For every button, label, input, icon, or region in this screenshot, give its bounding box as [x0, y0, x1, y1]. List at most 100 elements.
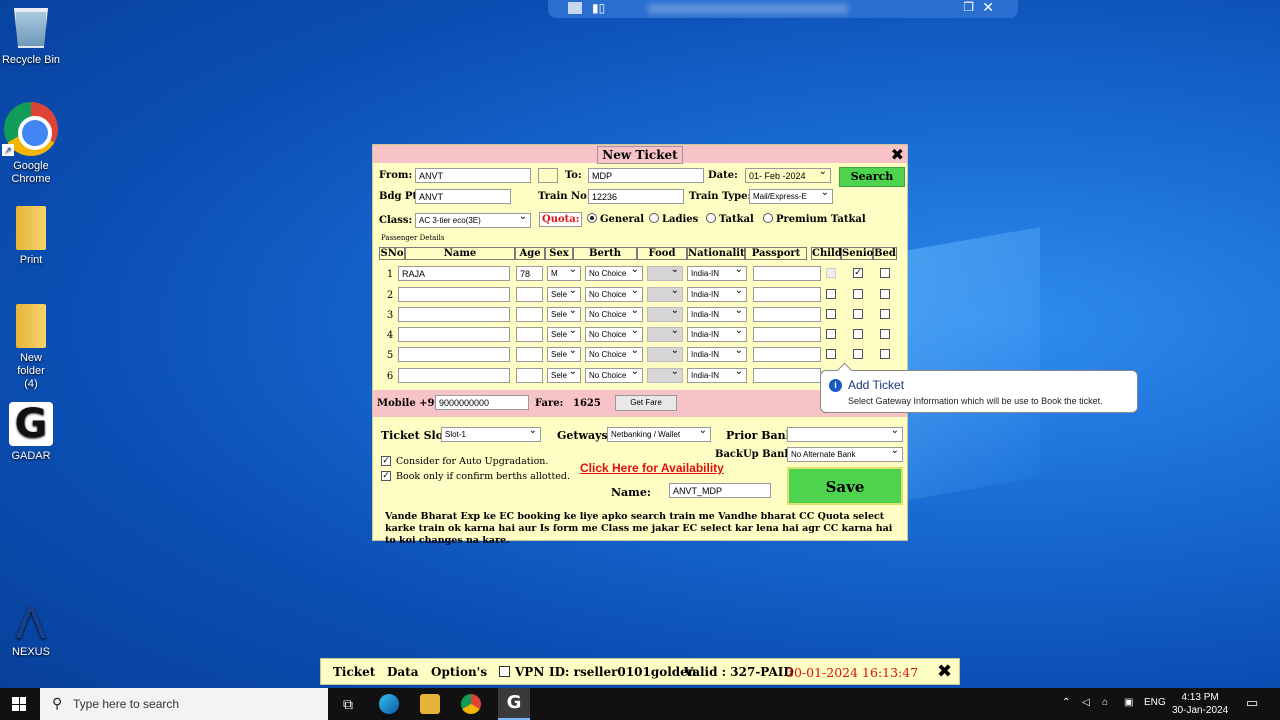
- child-checkbox[interactable]: [826, 268, 836, 278]
- passenger-berth-select[interactable]: No Choice: [585, 327, 643, 342]
- radio-premium-tatkal[interactable]: [763, 213, 773, 223]
- passenger-food-select[interactable]: [647, 305, 683, 322]
- save-button[interactable]: Save: [787, 467, 903, 505]
- ticket-slot-select[interactable]: Slot-1: [441, 427, 541, 442]
- passenger-age-input[interactable]: [516, 347, 543, 362]
- passenger-age-input[interactable]: [516, 368, 543, 383]
- task-view-icon[interactable]: ⧉: [338, 694, 358, 714]
- restore-icon[interactable]: ❐: [963, 0, 974, 14]
- passenger-passport-input[interactable]: [753, 368, 821, 383]
- train-no-input[interactable]: 12236: [588, 189, 684, 204]
- chrome-taskbar-icon[interactable]: [461, 694, 481, 714]
- confirm-berths-checkbox[interactable]: ✓: [381, 471, 391, 481]
- child-checkbox[interactable]: [826, 349, 836, 359]
- passenger-age-input[interactable]: [516, 307, 543, 322]
- passenger-age-input[interactable]: 78: [516, 266, 543, 281]
- radio-ladies[interactable]: [649, 213, 659, 223]
- radio-general[interactable]: [587, 213, 597, 223]
- passenger-nationality-select[interactable]: India-IN: [687, 327, 747, 342]
- search-button[interactable]: Search: [839, 167, 905, 187]
- menu-options[interactable]: Option's: [431, 665, 487, 679]
- passenger-berth-select[interactable]: No Choice: [585, 287, 643, 302]
- availability-link[interactable]: Click Here for Availability: [580, 461, 724, 475]
- passenger-berth-select[interactable]: No Choice: [585, 347, 643, 362]
- train-type-select[interactable]: Mail/Express-E: [749, 189, 833, 204]
- quota-tatkal[interactable]: Tatkal: [706, 213, 754, 225]
- swap-box[interactable]: [538, 168, 558, 183]
- child-checkbox[interactable]: [826, 289, 836, 299]
- passenger-passport-input[interactable]: [753, 347, 821, 362]
- taskbar-search[interactable]: ⚲ Type here to search: [40, 688, 328, 720]
- passenger-age-input[interactable]: [516, 287, 543, 302]
- quota-premium-tatkal[interactable]: Premium Tatkal: [763, 213, 866, 225]
- mobile-input[interactable]: 9000000000: [435, 395, 529, 410]
- passenger-nationality-select[interactable]: India-IN: [687, 347, 747, 362]
- passenger-berth-select[interactable]: No Choice: [585, 266, 643, 281]
- from-input[interactable]: ANVT: [415, 168, 531, 183]
- file-explorer-icon[interactable]: [420, 694, 440, 714]
- senior-checkbox[interactable]: [853, 329, 863, 339]
- taskbar-clock[interactable]: 4:13 PM 30-Jan-2024: [1172, 691, 1228, 717]
- passenger-food-select[interactable]: [647, 325, 683, 342]
- bed-checkbox[interactable]: [880, 329, 890, 339]
- desktop-icon-recycle-bin[interactable]: Recycle Bin: [0, 8, 62, 67]
- passenger-sex-select[interactable]: Sele: [547, 307, 581, 322]
- edge-icon[interactable]: [379, 694, 399, 714]
- desktop-icon-gadar[interactable]: G GADAR: [0, 402, 62, 463]
- notifications-icon[interactable]: ▭: [1246, 695, 1258, 711]
- senior-checkbox[interactable]: [853, 289, 863, 299]
- vpn-checkbox[interactable]: [499, 666, 510, 677]
- pin-icon[interactable]: [568, 2, 582, 14]
- date-picker[interactable]: 01- Feb -2024: [745, 168, 831, 183]
- to-input[interactable]: MDP: [588, 168, 704, 183]
- passenger-nationality-select[interactable]: India-IN: [687, 266, 747, 281]
- child-checkbox[interactable]: [826, 309, 836, 319]
- bed-checkbox[interactable]: [880, 268, 890, 278]
- passenger-passport-input[interactable]: [753, 307, 821, 322]
- bed-checkbox[interactable]: [880, 289, 890, 299]
- close-icon[interactable]: ✕: [982, 0, 994, 16]
- backup-bank-select[interactable]: No Alternate Bank: [787, 447, 903, 462]
- desktop-icon-chrome[interactable]: ↗ Google Chrome: [0, 102, 62, 186]
- desktop-icon-print[interactable]: Print: [0, 206, 62, 267]
- passenger-sex-select[interactable]: Sele: [547, 287, 581, 302]
- close-window-button[interactable]: ✖: [891, 145, 904, 164]
- menu-data[interactable]: Data: [387, 665, 419, 679]
- passenger-passport-input[interactable]: [753, 287, 821, 302]
- boarding-point-input[interactable]: ANVT: [415, 189, 511, 204]
- passenger-berth-select[interactable]: No Choice: [585, 368, 643, 383]
- passenger-food-select[interactable]: [647, 285, 683, 302]
- senior-checkbox[interactable]: [853, 349, 863, 359]
- senior-checkbox[interactable]: ✓: [853, 268, 863, 278]
- bed-checkbox[interactable]: [880, 349, 890, 359]
- windows-start-icon[interactable]: [12, 697, 26, 711]
- close-app-icon[interactable]: ✖: [937, 661, 952, 682]
- tray-expand-icon[interactable]: ⌃: [1062, 697, 1070, 708]
- menu-ticket[interactable]: Ticket: [333, 665, 375, 679]
- senior-checkbox[interactable]: [853, 309, 863, 319]
- passenger-food-select[interactable]: [647, 264, 683, 281]
- desktop-icon-new-folder[interactable]: New folder (4): [0, 304, 62, 391]
- passenger-nationality-select[interactable]: India-IN: [687, 307, 747, 322]
- display-icon[interactable]: ▣: [1124, 697, 1133, 708]
- getways-select[interactable]: Netbanking / Wallet: [607, 427, 711, 442]
- quota-ladies[interactable]: Ladies: [649, 213, 698, 225]
- language-indicator[interactable]: ENG: [1144, 697, 1166, 708]
- network-icon[interactable]: ⌂: [1102, 697, 1108, 708]
- passenger-passport-input[interactable]: [753, 327, 821, 342]
- passenger-name-input[interactable]: [398, 368, 510, 383]
- quota-general[interactable]: General: [587, 213, 644, 225]
- passenger-name-input[interactable]: RAJA: [398, 266, 510, 281]
- auto-upgrade-checkbox[interactable]: ✓: [381, 456, 391, 466]
- volume-icon[interactable]: ◁: [1082, 697, 1090, 708]
- gadar-taskbar-icon[interactable]: G: [498, 688, 530, 720]
- passenger-passport-input[interactable]: [753, 266, 821, 281]
- passenger-name-input[interactable]: [398, 327, 510, 342]
- radio-tatkal[interactable]: [706, 213, 716, 223]
- passenger-food-select[interactable]: [647, 345, 683, 362]
- get-fare-button[interactable]: Get Fare: [615, 395, 677, 411]
- passenger-food-select[interactable]: [647, 366, 683, 383]
- passenger-sex-select[interactable]: M: [547, 266, 581, 281]
- passenger-name-input[interactable]: [398, 307, 510, 322]
- passenger-name-input[interactable]: [398, 287, 510, 302]
